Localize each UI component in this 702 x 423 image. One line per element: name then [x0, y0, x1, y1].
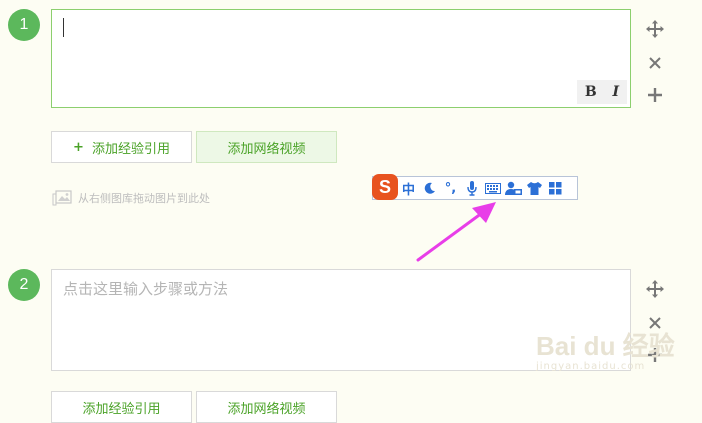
add-step-icon[interactable]: [644, 84, 666, 106]
add-reference-label-2: 添加经验引用: [82, 401, 161, 417]
image-icon: [52, 190, 72, 206]
add-reference-label: 添加经验引用: [91, 141, 170, 157]
plus-icon: +: [73, 139, 84, 155]
step-1-editor[interactable]: B I: [51, 9, 631, 108]
text-caret: [63, 18, 64, 37]
add-video-button[interactable]: 添加网络视频: [196, 131, 337, 163]
image-drop-hint: 从右侧图库拖动图片到此处: [52, 190, 210, 206]
add-video-label-2: 添加网络视频: [227, 401, 306, 417]
image-drop-hint-text: 从右侧图库拖动图片到此处: [78, 192, 210, 205]
bold-button[interactable]: B: [585, 84, 597, 100]
step-2-placeholder: 点击这里输入步骤或方法: [63, 280, 229, 298]
skin-shirt-icon[interactable]: [524, 177, 545, 199]
step-number-2: 2: [8, 269, 40, 301]
format-toolbar: B I: [577, 80, 627, 104]
move-icon-2[interactable]: [644, 278, 666, 300]
step-number-1: 1: [8, 9, 40, 41]
add-video-label: 添加网络视频: [227, 141, 306, 157]
watermark-main: Bai du 经验: [536, 331, 675, 361]
user-account-icon[interactable]: [503, 177, 524, 199]
sogou-logo-icon[interactable]: S: [372, 174, 398, 200]
add-video-button-2[interactable]: 添加网络视频: [196, 391, 337, 423]
add-reference-button-2[interactable]: 添加经验引用: [51, 391, 192, 423]
annotation-arrow: [416, 202, 496, 262]
delete-step-icon[interactable]: [644, 52, 666, 74]
italic-button[interactable]: I: [613, 84, 620, 100]
add-reference-button[interactable]: + 添加经验引用: [51, 131, 192, 163]
baidu-watermark: Bai du 经验 jingyan.baidu.com: [536, 326, 675, 372]
move-icon[interactable]: [644, 18, 666, 40]
toolbox-grid-icon[interactable]: [545, 177, 566, 199]
